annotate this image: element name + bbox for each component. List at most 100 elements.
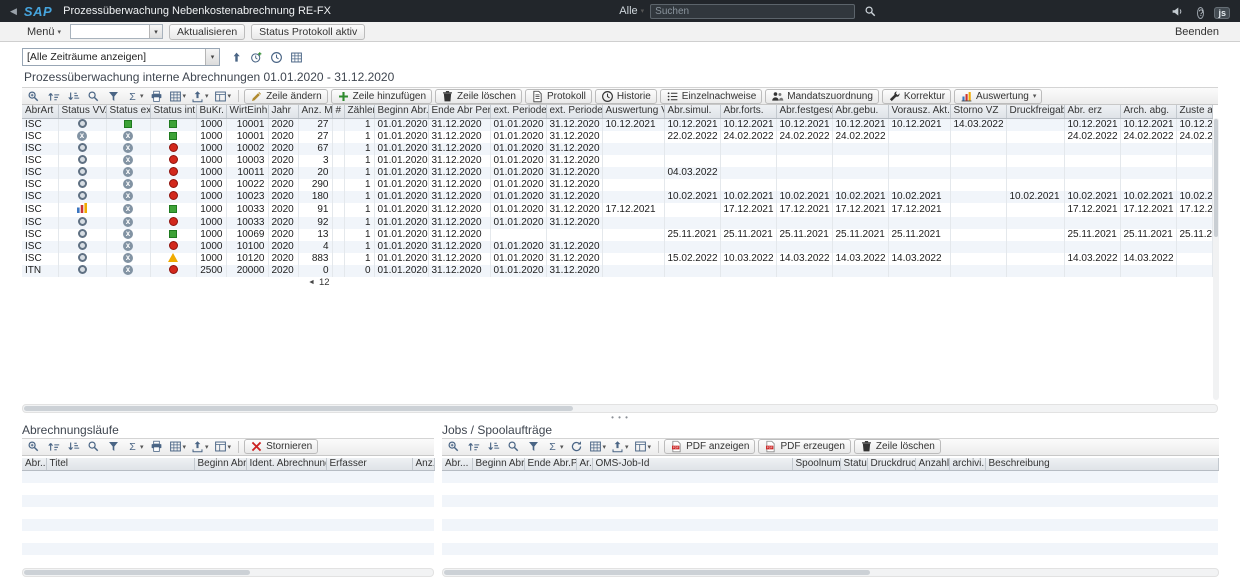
data-cell[interactable]: ISC xyxy=(22,191,58,203)
data-cell[interactable] xyxy=(776,217,832,229)
data-cell[interactable]: 2020 xyxy=(268,217,298,229)
data-cell[interactable]: 01.01.2020 xyxy=(490,265,546,277)
data-cell[interactable]: 01.01.2020 xyxy=(490,143,546,155)
data-cell[interactable] xyxy=(832,241,888,253)
data-cell[interactable] xyxy=(888,155,950,167)
period-history-button[interactable] xyxy=(267,49,286,65)
data-cell[interactable]: 0 xyxy=(298,265,332,277)
column-header[interactable]: Arch. abg. xyxy=(1120,105,1176,118)
data-cell[interactable] xyxy=(602,191,664,203)
data-cell[interactable]: 17.12.2021 xyxy=(1120,203,1176,217)
command-input[interactable] xyxy=(71,25,149,38)
data-cell[interactable] xyxy=(1120,143,1176,155)
data-cell[interactable]: 17.12.2021 xyxy=(832,203,888,217)
zeile-löschen-button[interactable]: Zeile löschen xyxy=(435,89,522,104)
column-header[interactable]: Status xyxy=(840,458,867,471)
data-cell[interactable]: 24.02.2022 xyxy=(1064,131,1120,143)
column-header[interactable]: AbrArt xyxy=(22,105,58,118)
data-cell[interactable]: 10.02.2021 xyxy=(664,191,720,203)
column-header[interactable]: Beschreibung xyxy=(985,458,1218,471)
data-cell[interactable] xyxy=(332,191,344,203)
runs-horizontal-scrollbar[interactable] xyxy=(22,568,434,577)
find-button[interactable] xyxy=(84,439,103,455)
data-cell[interactable] xyxy=(602,241,664,253)
table-row[interactable]: ISCx100010011202020101.01.202031.12.2020… xyxy=(22,167,1212,179)
historie-button[interactable]: Historie xyxy=(595,89,657,104)
zeile-ändern-button[interactable]: Zeile ändern xyxy=(244,89,328,104)
details-button[interactable] xyxy=(24,88,43,104)
data-cell[interactable] xyxy=(332,265,344,277)
data-cell[interactable] xyxy=(1064,155,1120,167)
data-cell[interactable]: 10023 xyxy=(226,191,268,203)
column-header[interactable]: Spoolnummer xyxy=(792,458,840,471)
data-cell[interactable]: 2020 xyxy=(268,143,298,155)
data-cell[interactable]: 1 xyxy=(344,167,374,179)
data-cell[interactable] xyxy=(950,217,1006,229)
data-cell[interactable]: 24.02.2022 xyxy=(1120,131,1176,143)
data-cell[interactable] xyxy=(720,167,776,179)
data-cell[interactable]: 27 xyxy=(298,131,332,143)
data-cell[interactable] xyxy=(1006,179,1064,191)
data-cell[interactable] xyxy=(1006,253,1064,265)
sum-button[interactable]: ▾ xyxy=(544,439,566,455)
table-row[interactable]: ISCx100010033202091101.01.202031.12.2020… xyxy=(22,203,1212,217)
data-cell[interactable] xyxy=(1006,229,1064,241)
column-header[interactable]: WirtEinh xyxy=(226,105,268,118)
views-button[interactable]: ▾ xyxy=(587,439,609,455)
column-header[interactable]: ext. Periode bis xyxy=(546,105,602,118)
status-cell[interactable] xyxy=(58,241,106,253)
data-cell[interactable] xyxy=(1006,143,1064,155)
data-cell[interactable]: 01.01.2020 xyxy=(374,179,428,191)
data-cell[interactable]: 04.03.2022 xyxy=(664,167,720,179)
table-row[interactable]: ISCx10001000320203101.01.202031.12.20200… xyxy=(22,155,1212,167)
column-header[interactable]: Beginn Abr.per. xyxy=(472,458,524,471)
data-cell[interactable]: 17.12.2021 xyxy=(888,203,950,217)
find-button[interactable] xyxy=(504,439,523,455)
data-cell[interactable]: 31.12.2020 xyxy=(428,118,490,131)
data-cell[interactable]: 91 xyxy=(298,203,332,217)
data-cell[interactable] xyxy=(888,143,950,155)
column-header[interactable]: Abr. erz xyxy=(1064,105,1120,118)
sort-descending-button[interactable] xyxy=(64,88,83,104)
column-header[interactable]: Abr.festgeschri xyxy=(776,105,832,118)
data-cell[interactable]: 25.11.2021 xyxy=(720,229,776,241)
zeile-hinzufügen-button[interactable]: Zeile hinzufügen xyxy=(331,89,432,104)
data-cell[interactable]: 14.03.2022 xyxy=(776,253,832,265)
status-cell[interactable] xyxy=(58,167,106,179)
data-cell[interactable] xyxy=(888,179,950,191)
data-cell[interactable]: 31.12.2020 xyxy=(428,167,490,179)
data-cell[interactable]: 14.03.2022 xyxy=(832,253,888,265)
status-cell[interactable] xyxy=(150,179,196,191)
data-cell[interactable] xyxy=(1006,203,1064,217)
status-cell[interactable] xyxy=(150,118,196,131)
data-cell[interactable]: 31.12.2020 xyxy=(428,265,490,277)
data-cell[interactable]: 25.11.2021 xyxy=(832,229,888,241)
data-cell[interactable]: 2020 xyxy=(268,179,298,191)
data-cell[interactable] xyxy=(1006,118,1064,131)
data-cell[interactable] xyxy=(1064,143,1120,155)
data-cell[interactable]: ISC xyxy=(22,217,58,229)
data-cell[interactable]: 31.12.2020 xyxy=(546,203,602,217)
data-cell[interactable]: 01.01.2020 xyxy=(490,241,546,253)
data-cell[interactable] xyxy=(832,155,888,167)
data-cell[interactable] xyxy=(1006,131,1064,143)
data-cell[interactable]: 31.12.2020 xyxy=(428,143,490,155)
data-cell[interactable]: ISC xyxy=(22,167,58,179)
data-cell[interactable]: 1000 xyxy=(196,241,226,253)
status-cell[interactable] xyxy=(58,118,106,131)
data-cell[interactable] xyxy=(664,217,720,229)
data-cell[interactable]: 01.01.2020 xyxy=(490,131,546,143)
data-cell[interactable]: 01.01.2020 xyxy=(374,217,428,229)
column-header[interactable]: Zuste abg. xyxy=(1176,105,1212,118)
status-cell[interactable] xyxy=(58,203,106,217)
data-cell[interactable]: ISC xyxy=(22,118,58,131)
data-cell[interactable]: 10.12.2021 xyxy=(664,118,720,131)
filter-button[interactable] xyxy=(524,439,543,455)
data-cell[interactable] xyxy=(664,265,720,277)
data-cell[interactable] xyxy=(332,167,344,179)
data-cell[interactable]: 31.12.2020 xyxy=(546,131,602,143)
data-cell[interactable] xyxy=(602,155,664,167)
status-cell[interactable] xyxy=(106,118,150,131)
splitter-handle[interactable]: • • • xyxy=(22,413,1218,423)
status-cell[interactable]: x xyxy=(106,229,150,241)
